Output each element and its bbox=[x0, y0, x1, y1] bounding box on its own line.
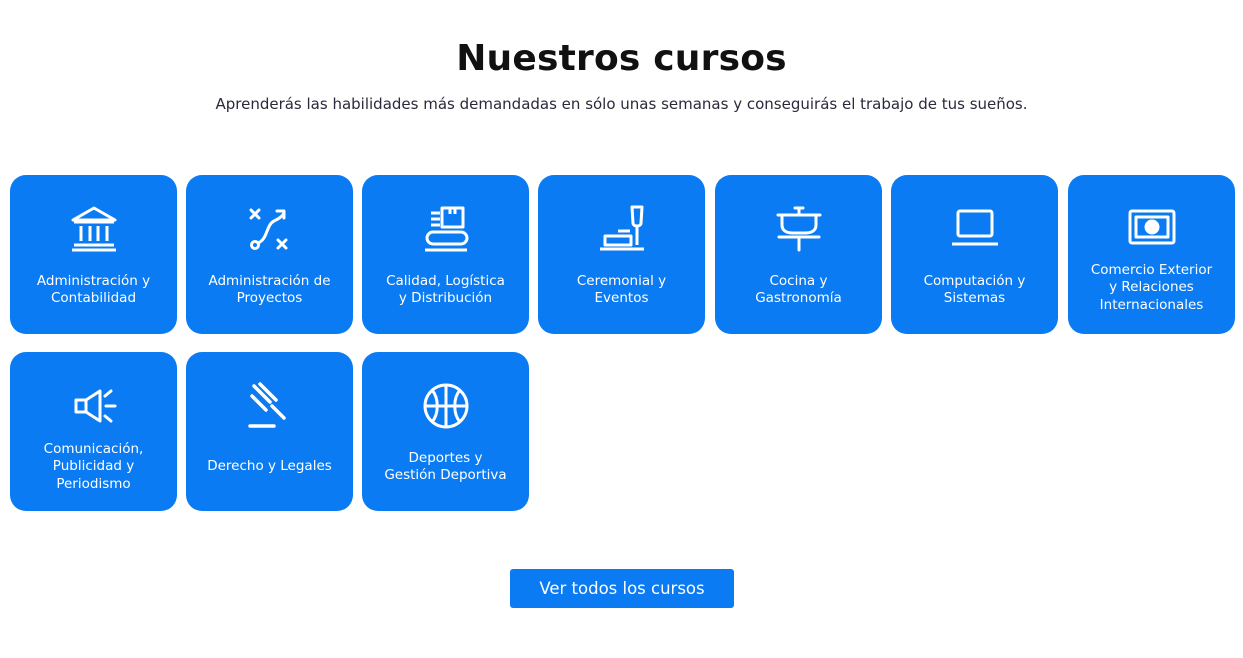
course-label: Administración y Contabilidad bbox=[36, 272, 151, 307]
basketball-icon bbox=[362, 378, 529, 434]
course-label: Administración de Proyectos bbox=[208, 272, 331, 307]
course-label: Computación y Sistemas bbox=[923, 272, 1026, 307]
course-card-ceremonial-eventos[interactable]: Ceremonial y Eventos bbox=[538, 175, 705, 334]
course-card-administracion-proyectos[interactable]: Administración de Proyectos bbox=[186, 175, 353, 334]
course-label: Derecho y Legales bbox=[207, 458, 332, 475]
banknote-icon bbox=[1068, 201, 1235, 257]
course-label: Ceremonial y Eventos bbox=[576, 272, 667, 307]
section-subtitle: Aprenderás las habilidades más demandada… bbox=[215, 95, 1028, 113]
megaphone-icon bbox=[10, 378, 177, 434]
laptop-icon bbox=[891, 201, 1058, 257]
bank-building-icon bbox=[10, 201, 177, 257]
course-label: Calidad, Logística y Distribución bbox=[386, 272, 505, 307]
course-card-administracion-contabilidad[interactable]: Administración y Contabilidad bbox=[10, 175, 177, 334]
gavel-icon bbox=[186, 378, 353, 434]
course-card-computacion-sistemas[interactable]: Computación y Sistemas bbox=[891, 175, 1058, 334]
view-all-courses-button[interactable]: Ver todos los cursos bbox=[510, 569, 734, 608]
course-card-comunicacion[interactable]: Comunicación, Publicidad y Periodismo bbox=[10, 352, 177, 511]
cooking-pot-icon bbox=[715, 201, 882, 257]
strategy-path-icon bbox=[186, 201, 353, 257]
course-label: Comunicación, Publicidad y Periodismo bbox=[43, 440, 144, 492]
course-card-deportes[interactable]: Deportes y Gestión Deportiva bbox=[362, 352, 529, 511]
course-card-cocina-gastronomia[interactable]: Cocina y Gastronomía bbox=[715, 175, 882, 334]
course-label: Cocina y Gastronomía bbox=[755, 272, 842, 307]
courses-section: Nuestros cursos Aprenderás las habilidad… bbox=[0, 0, 1243, 658]
course-card-comercio-exterior[interactable]: Comercio Exterior y Relaciones Internaci… bbox=[1068, 175, 1235, 334]
conveyor-box-icon bbox=[362, 201, 529, 257]
course-card-derecho-legales[interactable]: Derecho y Legales bbox=[186, 352, 353, 511]
course-label: Deportes y Gestión Deportiva bbox=[384, 449, 507, 484]
champagne-glass-icon bbox=[538, 201, 705, 257]
course-label: Comercio Exterior y Relaciones Internaci… bbox=[1090, 261, 1213, 313]
course-card-calidad-logistica[interactable]: Calidad, Logística y Distribución bbox=[362, 175, 529, 334]
section-title: Nuestros cursos bbox=[456, 38, 787, 79]
